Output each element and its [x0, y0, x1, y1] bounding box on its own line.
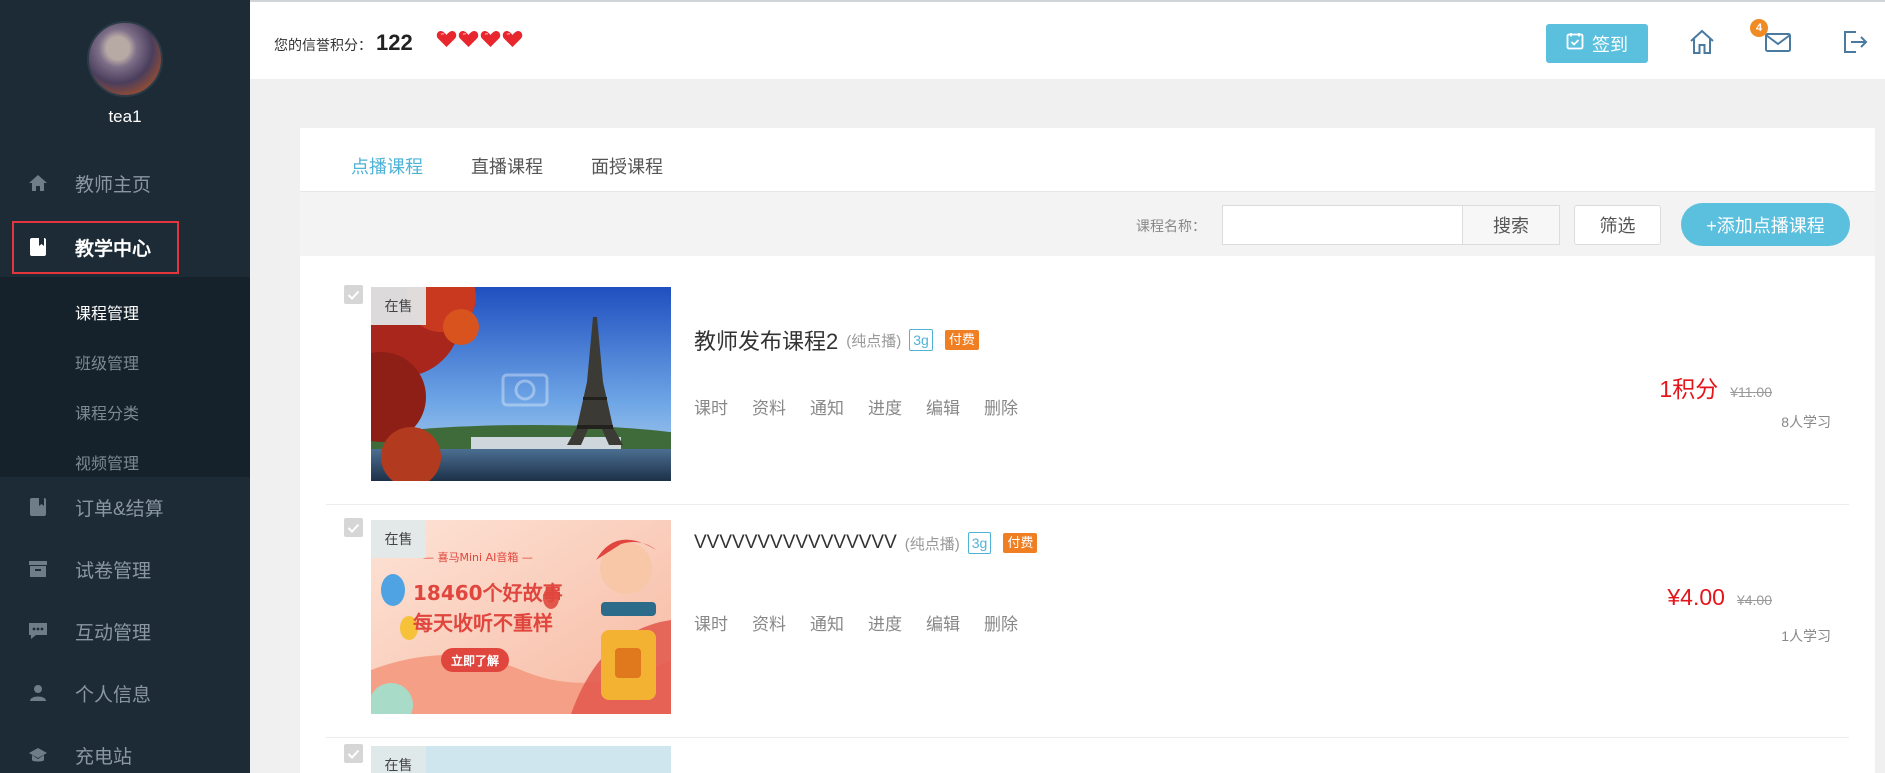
sidebar-item-label: 试卷管理 — [75, 560, 152, 582]
submenu-item-class-management[interactable]: 班级管理 — [75, 350, 139, 374]
sidebar-item-orders[interactable]: 订单&结算 — [0, 477, 250, 537]
lessons-link[interactable]: 课时 — [694, 610, 728, 635]
ad-brand: — 喜马Mini AI音箱 — — [423, 550, 533, 564]
filter-button[interactable]: 筛选 — [1574, 205, 1661, 245]
avatar[interactable] — [87, 21, 163, 97]
top-bar: 您的信誉积分： 122 签到 4 — [250, 0, 1885, 79]
status-badge: 在售 — [371, 287, 426, 325]
sidebar-item-label: 互动管理 — [75, 622, 152, 644]
book-icon — [28, 497, 48, 517]
course-checkbox[interactable] — [344, 285, 363, 304]
progress-link[interactable]: 进度 — [868, 610, 902, 635]
notice-link[interactable]: 通知 — [810, 610, 844, 635]
credit-value: 122 — [376, 30, 413, 55]
sidebar-item-profile[interactable]: 个人信息 — [0, 663, 250, 723]
paid-badge: 付费 — [944, 330, 979, 350]
course-row: 在售 — [326, 738, 1849, 773]
materials-link[interactable]: 资料 — [752, 610, 786, 635]
course-title[interactable]: VVVVVVVVVVVVVVVV — [694, 532, 897, 554]
course-title-line: VVVVVVVVVVVVVVVV (纯点播) 3g 付费 — [694, 532, 1038, 554]
heart-icon — [480, 30, 501, 48]
heart-icon — [436, 30, 457, 48]
user-icon — [28, 683, 48, 703]
sidebar-item-label: 个人信息 — [75, 684, 152, 706]
status-badge: 在售 — [371, 520, 426, 558]
archive-icon — [28, 559, 48, 579]
signin-button[interactable]: 签到 — [1546, 24, 1648, 63]
home-icon[interactable] — [1687, 27, 1717, 57]
search-button[interactable]: 搜索 — [1463, 205, 1560, 245]
sidebar-item-label: 订单&结算 — [75, 498, 164, 520]
sidebar-item-charging-station[interactable]: 充电站 — [0, 725, 250, 773]
submenu-item-course-category[interactable]: 课程分类 — [75, 400, 139, 424]
edit-link[interactable]: 编辑 — [926, 394, 960, 419]
size-badge: 3g — [909, 329, 933, 351]
ad-line-2: 每天收听不重样 — [413, 611, 553, 635]
price: 1积分 ¥11.00 — [1659, 370, 1772, 404]
course-type-tabs: 点播课程 直播课程 面授课程 — [300, 128, 1875, 196]
learner-count: 1人学习 — [1781, 628, 1831, 644]
add-course-button[interactable]: +添加点播课程 — [1681, 203, 1850, 246]
edit-link[interactable]: 编辑 — [926, 610, 960, 635]
course-row: — 喜马Mini AI音箱 — 18460个好故事 每天收听不重样 立即了解 在… — [326, 505, 1849, 738]
ad-line-1: 18460个好故事 — [413, 581, 563, 605]
submenu-item-course-management[interactable]: 课程管理 — [75, 300, 139, 324]
original-price: ¥4.00 — [1736, 592, 1772, 608]
highlight-box — [12, 221, 179, 274]
sidebar-item-interaction[interactable]: 互动管理 — [0, 601, 250, 661]
course-panel: 点播课程 直播课程 面授课程 课程名称： 搜索 筛选 +添加点播课程 在售 教师… — [300, 128, 1875, 773]
heart-icon — [458, 30, 479, 48]
status-badge: 在售 — [371, 746, 426, 773]
original-price: ¥11.00 — [1730, 384, 1772, 400]
course-checkbox[interactable] — [344, 518, 363, 537]
size-badge: 3g — [967, 532, 992, 554]
price: ¥4.00 ¥4.00 — [1667, 584, 1772, 611]
course-title[interactable]: 教师发布课程2 — [694, 324, 838, 356]
search-input[interactable] — [1222, 205, 1463, 245]
mail-icon[interactable] — [1763, 27, 1793, 57]
delete-link[interactable]: 删除 — [984, 394, 1018, 419]
delete-link[interactable]: 删除 — [984, 610, 1018, 635]
username: tea1 — [108, 107, 142, 126]
course-actions: 课时 资料 通知 进度 编辑 删除 — [694, 394, 1018, 419]
tab-live-courses[interactable]: 直播课程 — [471, 153, 543, 193]
graduation-cap-icon — [28, 745, 48, 765]
learner-count: 8人学习 — [1781, 414, 1831, 430]
course-row: 在售 教师发布课程2 (纯点播) 3g 付费 课时 资料 通知 进度 编辑 删除… — [326, 272, 1849, 505]
signin-label: 签到 — [1592, 34, 1628, 55]
credit-score: 您的信誉积分： 122 — [274, 30, 413, 56]
course-kind: (纯点播) — [846, 332, 902, 350]
notice-link[interactable]: 通知 — [810, 394, 844, 419]
submenu-item-video-management[interactable]: 视频管理 — [75, 450, 139, 474]
course-kind: (纯点播) — [904, 535, 960, 553]
course-checkbox[interactable] — [344, 744, 363, 763]
sidebar-item-teacher-home[interactable]: 教师主页 — [0, 153, 250, 213]
course-actions: 课时 资料 通知 进度 编辑 删除 — [694, 610, 1018, 635]
logout-icon[interactable] — [1839, 27, 1869, 57]
mail-badge: 4 — [1750, 19, 1768, 37]
sidebar-item-label: 充电站 — [75, 746, 133, 768]
submenu: 课程管理 班级管理 课程分类 视频管理 — [0, 277, 250, 477]
course-title-line: 教师发布课程2 (纯点播) 3g 付费 — [694, 324, 979, 356]
home-icon — [28, 173, 48, 193]
search-label: 课程名称： — [1136, 218, 1206, 234]
sidebar: tea1 教师主页 教学中心 课程管理 班级管理 课程分类 视频管理 订单&结算… — [0, 0, 250, 773]
sidebar-item-label: 教师主页 — [75, 174, 152, 196]
current-price: 1积分 — [1659, 376, 1719, 402]
lessons-link[interactable]: 课时 — [694, 394, 728, 419]
chat-icon — [28, 621, 48, 641]
progress-link[interactable]: 进度 — [868, 394, 902, 419]
heart-icon — [502, 30, 523, 48]
course-toolbar: 课程名称： 搜索 筛选 +添加点播课程 — [300, 192, 1875, 256]
tab-offline-courses[interactable]: 面授课程 — [591, 153, 663, 193]
paid-badge: 付费 — [1003, 533, 1038, 553]
credit-label: 您的信誉积分： — [274, 37, 372, 53]
tab-vod-courses[interactable]: 点播课程 — [351, 153, 423, 196]
sidebar-item-exam-management[interactable]: 试卷管理 — [0, 539, 250, 599]
credit-hearts — [436, 30, 523, 48]
ad-cta: 立即了解 — [451, 653, 499, 668]
calendar-check-icon — [1566, 32, 1584, 55]
materials-link[interactable]: 资料 — [752, 394, 786, 419]
current-price: ¥4.00 — [1667, 584, 1725, 610]
